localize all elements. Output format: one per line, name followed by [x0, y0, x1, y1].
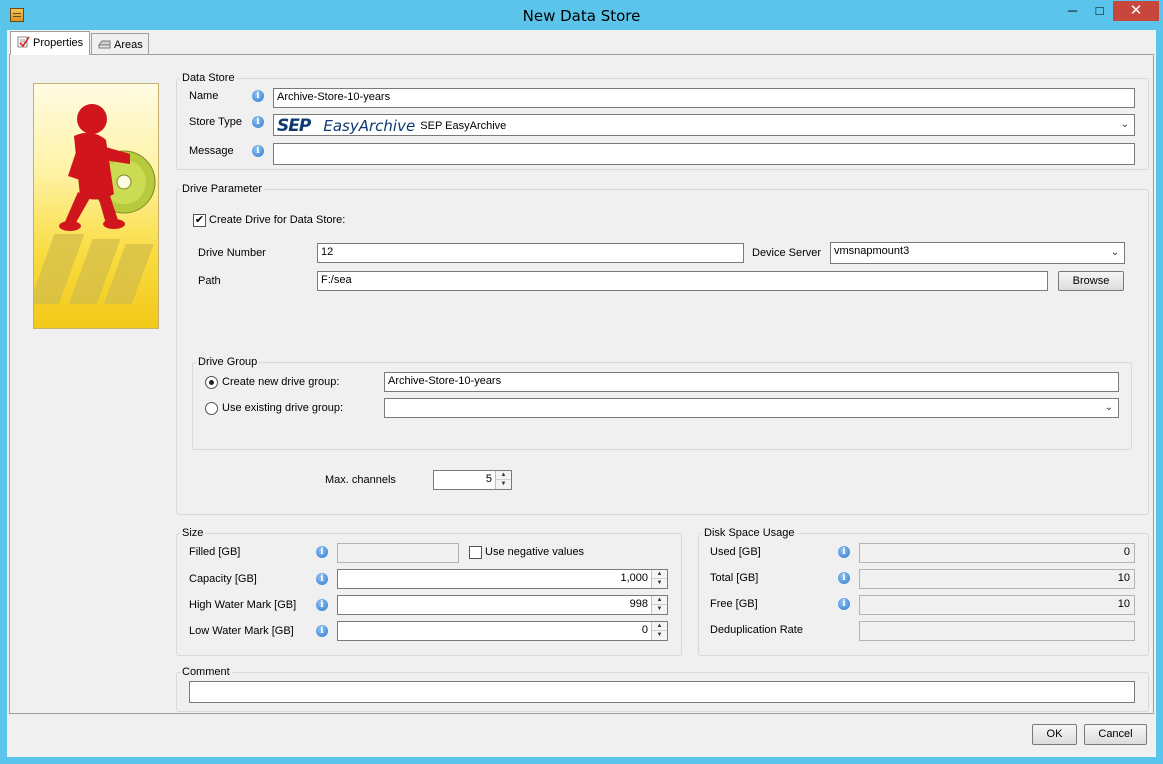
info-icon[interactable]: i — [838, 598, 850, 610]
used-label: Used [GB] — [710, 546, 761, 558]
use-negative-label[interactable]: Use negative values — [485, 546, 584, 558]
chevron-down-icon[interactable]: ⌄ — [1101, 399, 1117, 417]
chevron-down-icon[interactable]: ⌄ — [1117, 116, 1133, 134]
create-drive-checkbox[interactable]: ✔ — [193, 214, 206, 227]
store-type-label: Store Type — [189, 116, 242, 128]
max-channels-label: Max. channels — [325, 474, 396, 486]
disk-icon — [98, 40, 111, 49]
drive-parameter-group — [176, 189, 1149, 515]
info-icon[interactable]: i — [252, 145, 264, 157]
free-label: Free [GB] — [710, 598, 758, 610]
comment-legend: Comment — [180, 666, 232, 678]
dialog-client: Properties Areas Data Store Name i Archi… — [7, 30, 1156, 757]
deduplication-rate-value — [859, 621, 1135, 641]
data-store-legend: Data Store — [180, 72, 237, 84]
spin-up-icon[interactable]: ▲ — [652, 570, 667, 579]
window-title: New Data Store — [522, 7, 641, 25]
minimize-button[interactable]: ─ — [1059, 1, 1086, 21]
high-water-mark-spinner[interactable]: ▲ ▼ — [651, 596, 667, 614]
spin-down-icon[interactable]: ▼ — [652, 631, 667, 640]
comment-input[interactable] — [189, 681, 1135, 703]
easyarchive-logo: EasyArchive — [323, 117, 416, 135]
spin-down-icon[interactable]: ▼ — [652, 605, 667, 614]
capacity-input[interactable]: 1,000 — [337, 569, 668, 589]
info-icon[interactable]: i — [316, 625, 328, 637]
low-water-mark-input[interactable]: 0 — [337, 621, 668, 641]
message-input[interactable] — [273, 143, 1135, 165]
path-input[interactable]: F:/sea — [317, 271, 1048, 291]
tab-areas-label: Areas — [114, 39, 143, 51]
drive-number-input[interactable]: 12 — [317, 243, 744, 263]
info-icon[interactable]: i — [252, 116, 264, 128]
max-channels-spinner[interactable]: ▲ ▼ — [495, 471, 511, 489]
existing-group-select[interactable] — [384, 398, 1119, 418]
cancel-button[interactable]: Cancel — [1084, 724, 1147, 745]
path-label: Path — [198, 275, 221, 287]
total-value: 10 — [859, 569, 1135, 589]
chevron-down-icon[interactable]: ⌄ — [1107, 244, 1123, 262]
total-label: Total [GB] — [710, 572, 759, 584]
free-value: 10 — [859, 595, 1135, 615]
drive-parameter-legend: Drive Parameter — [180, 183, 265, 195]
message-label: Message — [189, 145, 234, 157]
info-icon[interactable]: i — [316, 599, 328, 611]
maximize-button[interactable]: □ — [1086, 1, 1113, 21]
drive-group-legend: Drive Group — [196, 356, 260, 368]
name-input[interactable]: Archive-Store-10-years — [273, 88, 1135, 108]
use-negative-checkbox[interactable] — [469, 546, 482, 559]
browse-button[interactable]: Browse — [1058, 271, 1124, 291]
deduplication-rate-label: Deduplication Rate — [710, 624, 803, 636]
spin-up-icon[interactable]: ▲ — [652, 596, 667, 605]
spin-down-icon[interactable]: ▼ — [652, 579, 667, 588]
info-icon[interactable]: i — [838, 546, 850, 558]
title-bar[interactable]: New Data Store ─ □ ✕ — [0, 0, 1163, 30]
store-type-value: SEP EasyArchive — [420, 120, 507, 132]
ok-button[interactable]: OK — [1032, 724, 1077, 745]
size-legend: Size — [180, 527, 206, 539]
info-icon[interactable]: i — [838, 572, 850, 584]
high-water-mark-input[interactable]: 998 — [337, 595, 668, 615]
new-group-name-input[interactable]: Archive-Store-10-years — [384, 372, 1119, 392]
capacity-spinner[interactable]: ▲ ▼ — [651, 570, 667, 588]
drive-number-label: Drive Number — [198, 247, 266, 259]
disk-space-usage-legend: Disk Space Usage — [702, 527, 797, 539]
tab-properties[interactable]: Properties — [10, 31, 90, 55]
spin-up-icon[interactable]: ▲ — [496, 471, 511, 480]
device-server-label: Device Server — [752, 247, 822, 259]
spin-up-icon[interactable]: ▲ — [652, 622, 667, 631]
capacity-label: Capacity [GB] — [189, 573, 257, 585]
sep-logo: SEP — [277, 116, 311, 136]
name-label: Name — [189, 90, 219, 102]
create-drive-label[interactable]: Create Drive for Data Store: — [209, 214, 345, 226]
high-water-mark-label: High Water Mark [GB] — [189, 599, 297, 611]
close-button[interactable]: ✕ — [1113, 1, 1159, 21]
tab-properties-label: Properties — [33, 37, 84, 49]
low-water-mark-spinner[interactable]: ▲ ▼ — [651, 622, 667, 640]
create-new-group-radio[interactable] — [205, 376, 218, 389]
low-water-mark-label: Low Water Mark [GB] — [189, 625, 294, 637]
device-server-select[interactable]: vmsnapmount3 — [830, 242, 1125, 264]
info-icon[interactable]: i — [252, 90, 264, 102]
use-existing-group-radio[interactable] — [205, 402, 218, 415]
use-existing-group-label[interactable]: Use existing drive group: — [222, 402, 343, 414]
create-new-group-label[interactable]: Create new drive group: — [222, 376, 339, 388]
filled-label: Filled [GB] — [189, 546, 241, 558]
properties-icon — [17, 36, 30, 48]
sep-mascot-image — [33, 83, 159, 329]
spin-down-icon[interactable]: ▼ — [496, 480, 511, 489]
used-value: 0 — [859, 543, 1135, 563]
tab-areas[interactable]: Areas — [91, 33, 149, 55]
info-icon[interactable]: i — [316, 546, 328, 558]
filled-input — [337, 543, 459, 563]
properties-panel: Data Store Name i Archive-Store-10-years… — [9, 54, 1154, 714]
store-type-select[interactable]: SEP EasyArchive SEP EasyArchive — [273, 114, 1135, 136]
info-icon[interactable]: i — [316, 573, 328, 585]
